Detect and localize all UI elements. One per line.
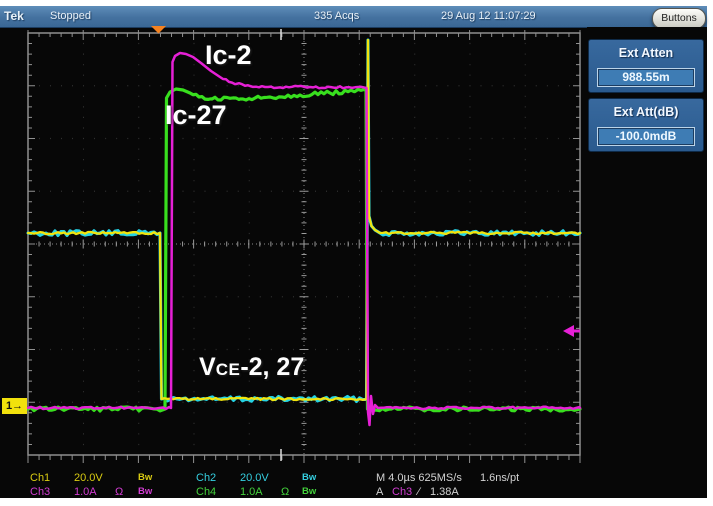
ch4-scale: 1.0A bbox=[240, 486, 263, 498]
trigger-level: 1.38A bbox=[430, 486, 459, 498]
resolution-readout: 1.6ns/pt bbox=[480, 472, 519, 484]
menu-ext-atten[interactable]: Ext Atten 988.55m bbox=[588, 39, 704, 93]
ch3-scale: 1.0A bbox=[74, 486, 97, 498]
menu-ext-att-db-title: Ext Att(dB) bbox=[589, 105, 703, 119]
ch4-impedance: Ω bbox=[281, 486, 289, 498]
trigger-level-arrow-tail bbox=[574, 330, 580, 333]
trigger-slope-icon: ∕ bbox=[418, 486, 420, 498]
vce-label-v: V bbox=[199, 353, 216, 381]
menu-ext-att-db-value[interactable]: -100.0mdB bbox=[597, 127, 695, 146]
timebase-readout: M 4.0µs 625MS/s bbox=[376, 472, 462, 484]
ch2-bandwidth-badge: Bw bbox=[302, 472, 316, 483]
trigger-level-arrow-icon[interactable] bbox=[563, 325, 574, 337]
menu-ext-att-db[interactable]: Ext Att(dB) -100.0mdB bbox=[588, 98, 704, 152]
ch1-label: Ch1 bbox=[30, 472, 50, 484]
ch4-label: Ch4 bbox=[196, 486, 216, 498]
vce-label-subscript: CE bbox=[216, 360, 241, 379]
trace-label-ic2: Ic-2 bbox=[205, 40, 252, 71]
menu-ext-atten-value[interactable]: 988.55m bbox=[597, 68, 695, 87]
trigger-source: Ch3 bbox=[392, 486, 412, 498]
ch1-bandwidth-badge: Bw bbox=[138, 472, 152, 483]
trace-label-ic27: Ic-27 bbox=[165, 100, 227, 131]
ch2-scale: 20.0V bbox=[240, 472, 269, 484]
menu-ext-atten-title: Ext Atten bbox=[589, 46, 703, 60]
ch3-impedance: Ω bbox=[115, 486, 123, 498]
ch2-label: Ch2 bbox=[196, 472, 216, 484]
vce-label-rest: -2, 27 bbox=[240, 353, 304, 381]
ch1-scale: 20.0V bbox=[74, 472, 103, 484]
oscilloscope-screenshot: Tek Stopped 335 Acqs 29 Aug 12 11:07:29 … bbox=[0, 0, 713, 506]
ch3-bandwidth-badge: Bw bbox=[138, 486, 152, 497]
ch1-ground-reference-marker[interactable]: 1→ bbox=[2, 398, 27, 414]
ch3-label: Ch3 bbox=[30, 486, 50, 498]
trigger-mode: A bbox=[376, 486, 383, 498]
ch4-bandwidth-badge: Bw bbox=[302, 486, 316, 497]
trace-label-vce: VCE-2, 27 bbox=[199, 353, 304, 382]
side-menu-panel: Ext Atten 988.55m Ext Att(dB) -100.0mdB bbox=[587, 27, 707, 498]
